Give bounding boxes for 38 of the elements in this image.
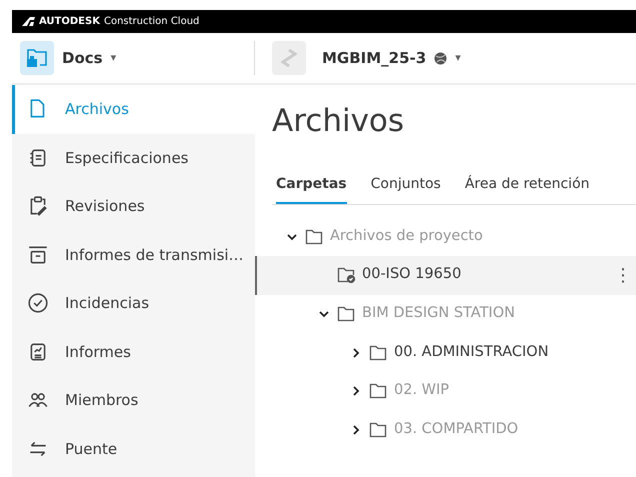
tree-item[interactable]: 00. ADMINISTRACION [255, 333, 636, 372]
tab[interactable]: Carpetas [276, 170, 347, 204]
tab[interactable]: Área de retención [464, 170, 590, 204]
globe-icon [434, 52, 448, 64]
folder-icon [336, 306, 356, 322]
folder-icon [368, 422, 388, 438]
sidebar-item[interactable]: Incidencias [12, 279, 255, 328]
folder-icon [368, 383, 388, 400]
folder-name: BIM DESIGN STATION [362, 304, 515, 324]
tray-icon [27, 244, 49, 266]
folder-name: 02. WIP [394, 381, 450, 400]
sidebar-item[interactable]: Miembros [12, 376, 255, 424]
docs-icon[interactable] [20, 41, 54, 75]
tree-item[interactable]: 00-ISO 19650 ⋮ [255, 256, 636, 295]
folder-name: Archivos de proyecto [330, 226, 483, 246]
logo-icon [22, 17, 35, 26]
page-title: Archivos [272, 103, 406, 140]
tab[interactable]: Conjuntos [370, 170, 441, 204]
sidebar-item[interactable]: Puente [12, 424, 255, 473]
caret-icon: ▾ [110, 50, 116, 66]
project-thumbnail-icon [272, 41, 306, 75]
check-circle-icon [27, 292, 49, 314]
folder-icon [368, 344, 388, 361]
folder-name: 00. ADMINISTRACION [394, 342, 549, 362]
sidebar-item[interactable]: Informes de transmisi… [12, 230, 255, 279]
sidebar-item[interactable]: Informes [12, 328, 255, 376]
shared-folder-icon [336, 267, 356, 284]
app-switcher[interactable]: Docs ▾ [62, 46, 116, 70]
folder-name: 03. COMPARTIDO [394, 420, 518, 440]
caret-icon: ▾ [455, 50, 461, 66]
brand-name: AUTODESK [39, 15, 100, 29]
folder-icon [304, 228, 324, 245]
sidebar-item[interactable]: Especificaciones [12, 134, 255, 182]
sidebar-item[interactable]: Revisiones [12, 182, 255, 230]
more-icon[interactable]: ⋮ [614, 262, 632, 289]
folder-name: 00-ISO 19650 [362, 265, 462, 284]
product-name: Construction Cloud [104, 15, 200, 29]
project-selector[interactable]: MGBIM_25-3 ▾ [322, 46, 461, 70]
